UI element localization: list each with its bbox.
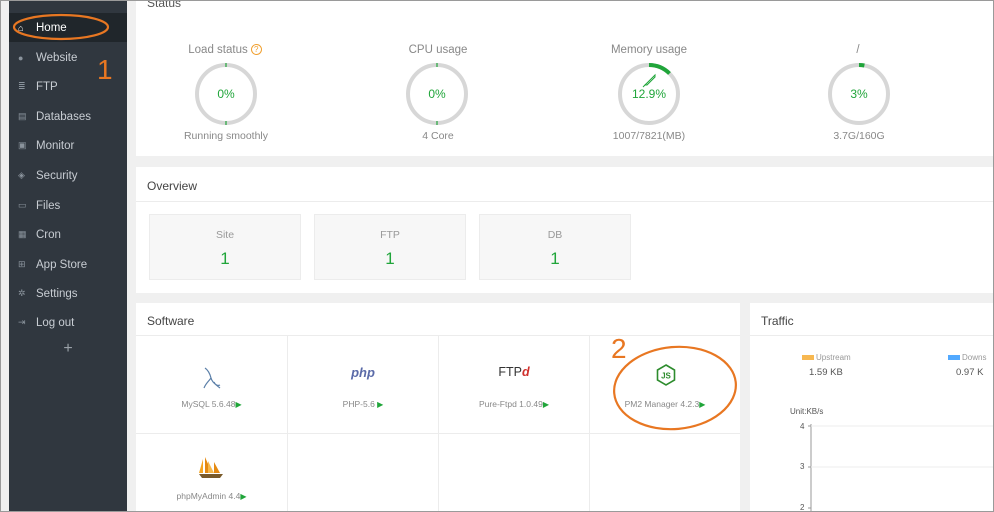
sidebar-item-label: Log out (36, 316, 75, 329)
folder-icon: ▭ (18, 200, 27, 210)
software-item-mysql[interactable]: MySQL 5.6.48▶ (136, 336, 288, 434)
overview-card-site[interactable]: Site 1 (149, 214, 301, 280)
overview-card-label: Site (215, 229, 235, 241)
logout-icon: ⇥ (18, 317, 26, 327)
overview-card-db[interactable]: DB 1 (479, 214, 631, 280)
mysql-dolphin-icon (203, 367, 221, 389)
home-icon: ⌂ (18, 22, 24, 33)
shield-icon: ◈ (18, 170, 25, 180)
memory-usage-sub: 1007/7821(MB) (612, 130, 686, 142)
disk-usage-label: / (856, 44, 860, 56)
server-icon: ≣ (18, 81, 26, 91)
software-item-pureftpd[interactable]: FTPd Pure-Ftpd 1.0.49▶ (439, 336, 590, 434)
play-icon[interactable]: ▶ (235, 400, 241, 409)
overview-card-value: 1 (220, 249, 230, 268)
sidebar-item-databases[interactable]: ▤ Databases (9, 102, 127, 131)
play-icon[interactable]: ▶ (699, 400, 705, 409)
software-item-php[interactable]: php PHP-5.6 ▶ (288, 336, 439, 434)
play-icon[interactable]: ▶ (543, 400, 549, 409)
overview-card-value: 1 (550, 249, 560, 268)
overview-card-label: FTP (380, 229, 400, 241)
software-name: Pure-Ftpd 1.0.49 (479, 399, 543, 409)
y-tick-label: 3 (800, 462, 805, 471)
status-panel: Status Load status? 0% Running smoothly … (136, 0, 994, 156)
annotation-marker-1: 1 (97, 54, 113, 85)
y-tick-label: 4 (800, 422, 805, 431)
help-icon[interactable]: ? (250, 44, 262, 56)
sidebar-item-cron[interactable]: ▦ Cron (9, 220, 127, 249)
load-status-label: Load status? (155, 44, 295, 56)
software-name: PM2 Manager 4.2.3 (624, 399, 700, 409)
sidebar-item-label: App Store (36, 258, 88, 271)
traffic-title: Traffic (761, 314, 794, 328)
overview-card-label: DB (547, 229, 563, 241)
cpu-usage-value: 0% (428, 87, 446, 101)
sidebar-item-label: FTP (36, 80, 58, 93)
rocket-icon (642, 73, 656, 88)
sidebar-item-label: Website (36, 51, 78, 64)
phpmyadmin-sailboat-icon (199, 457, 223, 478)
sidebar-item-logout[interactable]: ⇥ Log out (9, 308, 127, 337)
upstream-value: 1.59 KB (809, 367, 843, 378)
sidebar-item-label: Home (36, 21, 67, 34)
sidebar-item-label: Databases (36, 110, 91, 123)
software-empty-cell (288, 434, 439, 512)
sidebar-item-label: Cron (36, 228, 61, 241)
annotation-marker-2: 2 (611, 333, 627, 364)
overview-title: Overview (147, 179, 198, 193)
status-title: Status (147, 0, 182, 10)
software-empty-cell (439, 434, 590, 512)
main-content: Status Load status? 0% Running smoothly … (127, 0, 994, 512)
disk-usage-value: 3% (850, 87, 868, 101)
upstream-legend[interactable]: Upstream (802, 353, 851, 362)
y-tick-label: 2 (800, 503, 805, 512)
downstream-swatch (948, 355, 960, 361)
sidebar-item-app-store[interactable]: ⊞ App Store (9, 250, 127, 279)
software-name: phpMyAdmin 4.4 (176, 491, 241, 501)
calendar-icon: ▦ (18, 229, 27, 239)
software-name: MySQL 5.6.48 (181, 399, 236, 409)
load-status-value: 0% (217, 87, 235, 101)
svg-text:JS: JS (661, 372, 671, 381)
play-icon[interactable]: ▶ (377, 400, 383, 409)
php-logo-icon: php (351, 365, 375, 380)
play-icon[interactable]: ▶ (240, 492, 246, 501)
sidebar-item-home[interactable]: ⌂ Home (9, 13, 127, 42)
grid-icon: ⊞ (18, 259, 26, 269)
ftpd-logo-icon: FTPd (498, 365, 530, 379)
traffic-panel: Traffic Upstream 1.59 KB Downs 0.97 K Un… (750, 303, 994, 512)
disk-usage-sub: 3.7G/160G (833, 130, 885, 142)
overview-card-ftp[interactable]: FTP 1 (314, 214, 466, 280)
add-icon[interactable]: + (9, 340, 127, 358)
software-empty-cell (590, 434, 740, 512)
traffic-chart (808, 424, 994, 512)
cpu-usage-sub: 4 Core (422, 130, 454, 142)
sidebar-item-monitor[interactable]: ▣ Monitor (9, 131, 127, 160)
memory-usage-label: Memory usage (610, 44, 688, 56)
downstream-legend[interactable]: Downs (948, 353, 986, 362)
memory-usage-value: 12.9% (631, 87, 667, 101)
sidebar-item-label: Files (36, 199, 61, 212)
sidebar-item-files[interactable]: ▭ Files (9, 191, 127, 220)
sidebar-item-label: Monitor (36, 139, 75, 152)
downstream-value: 0.97 K (956, 367, 984, 378)
gear-icon: ✲ (18, 288, 26, 298)
upstream-swatch (802, 355, 814, 361)
software-name: PHP-5.6 (342, 399, 375, 409)
software-item-phpmyadmin[interactable]: phpMyAdmin 4.4▶ (136, 434, 288, 512)
sidebar-item-settings[interactable]: ✲ Settings (9, 279, 127, 308)
database-icon: ▤ (18, 111, 27, 121)
sidebar-item-label: Settings (36, 287, 78, 300)
sidebar-item-security[interactable]: ◈ Security (9, 161, 127, 190)
software-title: Software (147, 314, 195, 328)
software-panel: Software MySQL 5.6.48▶ php PHP-5.6 ▶ FTP… (136, 303, 740, 512)
globe-icon: ● (18, 52, 24, 63)
nodejs-icon: JS (656, 364, 676, 386)
traffic-unit-label: Unit:KB/s (790, 407, 824, 416)
overview-card-value: 1 (385, 249, 395, 268)
sidebar-item-label: Security (36, 169, 78, 182)
monitor-icon: ▣ (18, 140, 27, 150)
cpu-usage-label: CPU usage (408, 44, 468, 56)
load-status-sub: Running smoothly (183, 130, 269, 142)
